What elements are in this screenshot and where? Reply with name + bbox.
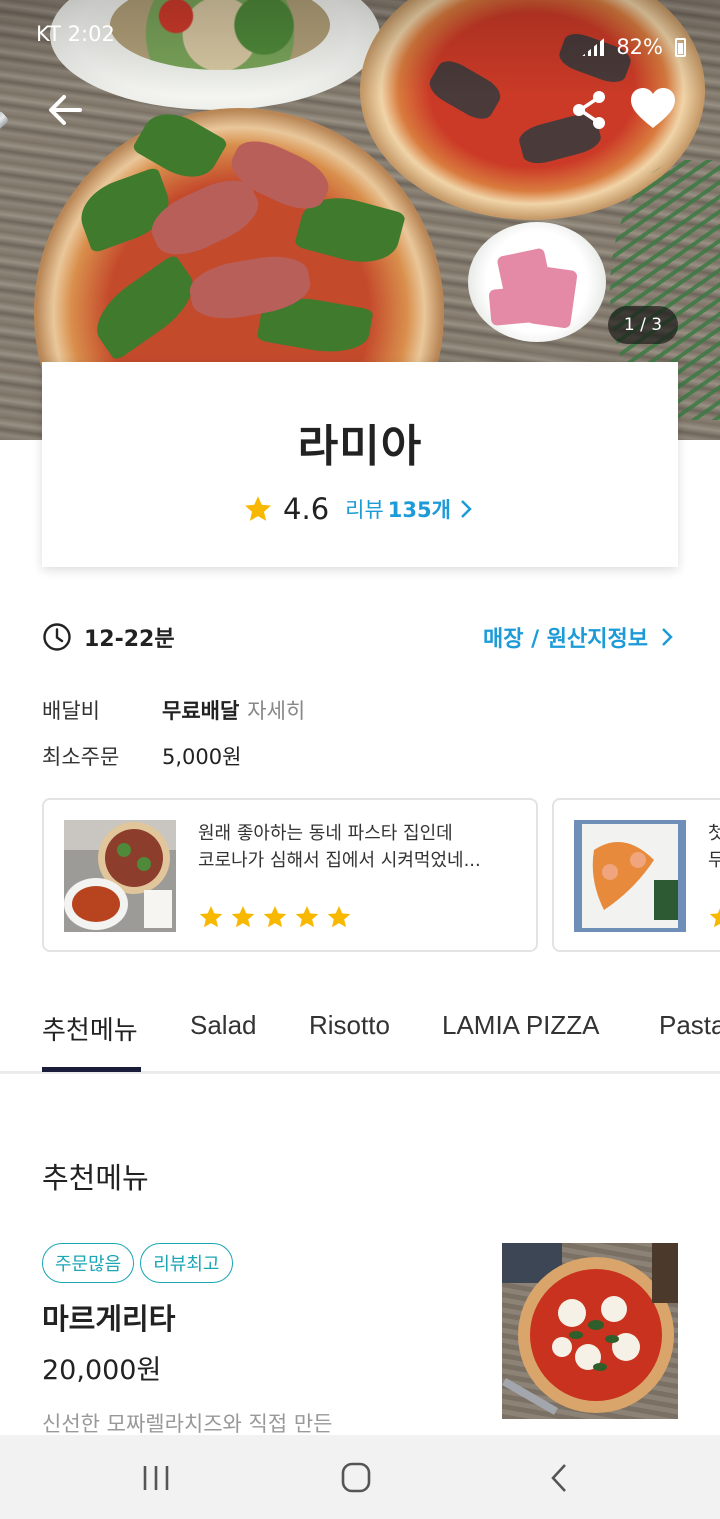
rating-row: 4.6 리뷰 135개 — [42, 492, 678, 526]
review-text-line: 코로나가 심해서 집에서 시켜먹었네... — [198, 850, 481, 871]
share-button[interactable] — [568, 88, 612, 132]
active-tab-indicator — [42, 1067, 141, 1072]
store-info-label: 매장 / 원산지정보 — [482, 627, 648, 652]
recent-apps-button[interactable] — [136, 1461, 176, 1495]
system-navigation-bar — [0, 1435, 720, 1519]
menu-item-price: 20,000원 — [42, 1355, 162, 1386]
star-icon — [245, 496, 272, 521]
review-photo — [64, 820, 176, 932]
clock-icon — [43, 623, 71, 651]
min-order-row: 최소주문 5,000원 — [42, 741, 241, 771]
delivery-fee-label: 배달비 — [42, 699, 100, 723]
menu-item-name[interactable]: 마르게리타 — [42, 1296, 175, 1338]
favorite-button[interactable] — [628, 84, 678, 134]
delivery-fee-row: 배달비 무료배달 자세히 — [42, 695, 305, 725]
menu-item-description: 신선한 모짜렐라치즈와 직접 만든 — [42, 1412, 333, 1436]
star-icon — [295, 905, 319, 928]
system-back-button[interactable] — [540, 1461, 580, 1495]
store-title-card: 라미아 4.6 리뷰 135개 — [42, 362, 678, 567]
review-carousel[interactable]: 원래 좋아하는 동네 파스타 집인데 코로나가 심해서 집에서 시켜먹었네...… — [42, 798, 720, 952]
star-icon — [327, 905, 351, 928]
badge-popular: 주문많음 — [42, 1243, 135, 1283]
battery-text: 82% — [616, 35, 663, 59]
battery-icon — [675, 37, 686, 57]
star-icon — [709, 908, 720, 928]
tab-salad[interactable]: Salad — [190, 1010, 257, 1041]
review-stars — [708, 904, 720, 930]
review-text-line: 원래 좋아하는 동네 파스타 집인데 — [198, 823, 453, 844]
tab-lamia-pizza[interactable]: LAMIA PIZZA — [442, 1010, 600, 1041]
store-name: 라미아 — [297, 421, 423, 472]
status-icons: 82% — [582, 22, 686, 72]
signal-icon — [582, 38, 605, 56]
badge-top-reviewed: 리뷰최고 — [140, 1243, 233, 1283]
tab-recommended[interactable]: 추천메뉴 — [42, 1010, 138, 1047]
star-icon — [263, 905, 287, 928]
star-icon — [231, 905, 255, 928]
image-page-indicator: 1 / 3 — [608, 306, 678, 344]
back-button[interactable] — [44, 88, 88, 132]
section-title: 추천메뉴 — [42, 1161, 149, 1195]
review-label: 리뷰 — [345, 498, 384, 522]
share-icon — [573, 91, 605, 129]
review-card[interactable]: 원래 좋아하는 동네 파스타 집인데 코로나가 심해서 집에서 시켜먹었네... — [42, 798, 538, 952]
min-order-label: 최소주문 — [42, 745, 120, 769]
chevron-right-icon — [461, 500, 472, 518]
menu-badges: 주문많음 리뷰최고 — [42, 1243, 233, 1283]
review-photo — [574, 820, 686, 932]
review-count: 135개 — [387, 498, 451, 522]
carrier-time: KT 2:02 — [36, 22, 115, 46]
delivery-fee-detail-link[interactable]: 자세히 — [247, 695, 305, 725]
recent-apps-icon — [143, 1466, 169, 1490]
menu-category-tabs: 추천메뉴 Salad Risotto LAMIA PIZZA Pasta — [0, 996, 720, 1074]
rating-value: 4.6 — [283, 492, 330, 526]
back-chevron-icon — [551, 1464, 566, 1492]
review-text-line: 첫 — [708, 823, 720, 844]
delivery-time-text: 12-22분 — [84, 627, 175, 652]
menu-item-photo[interactable] — [502, 1243, 678, 1419]
delivery-fee-value: 무료배달 — [162, 699, 240, 723]
review-text: 원래 좋아하는 동네 파스타 집인데 코로나가 심해서 집에서 시켜먹었네... — [198, 820, 528, 874]
store-info-link[interactable]: 매장 / 원산지정보 — [483, 621, 678, 653]
home-button[interactable] — [336, 1461, 376, 1495]
review-text-line: 두 — [708, 850, 720, 871]
review-card[interactable]: 첫 두 — [552, 798, 720, 952]
chevron-right-icon — [662, 628, 673, 646]
review-text: 첫 두 — [708, 820, 720, 874]
review-stars — [198, 904, 352, 930]
delivery-time-row: 12-22분 매장 / 원산지정보 — [42, 619, 678, 655]
tab-risotto[interactable]: Risotto — [309, 1010, 390, 1041]
review-link[interactable]: 리뷰 135개 — [345, 494, 477, 524]
delivery-time: 12-22분 — [42, 621, 175, 653]
star-icon — [199, 905, 223, 928]
home-icon — [341, 1462, 371, 1493]
min-order-value: 5,000원 — [162, 745, 242, 769]
status-bar: KT 2:02 82% — [0, 0, 720, 72]
heart-icon — [631, 88, 675, 128]
arrow-left-icon — [49, 95, 82, 125]
tab-pasta[interactable]: Pasta — [659, 1010, 720, 1041]
